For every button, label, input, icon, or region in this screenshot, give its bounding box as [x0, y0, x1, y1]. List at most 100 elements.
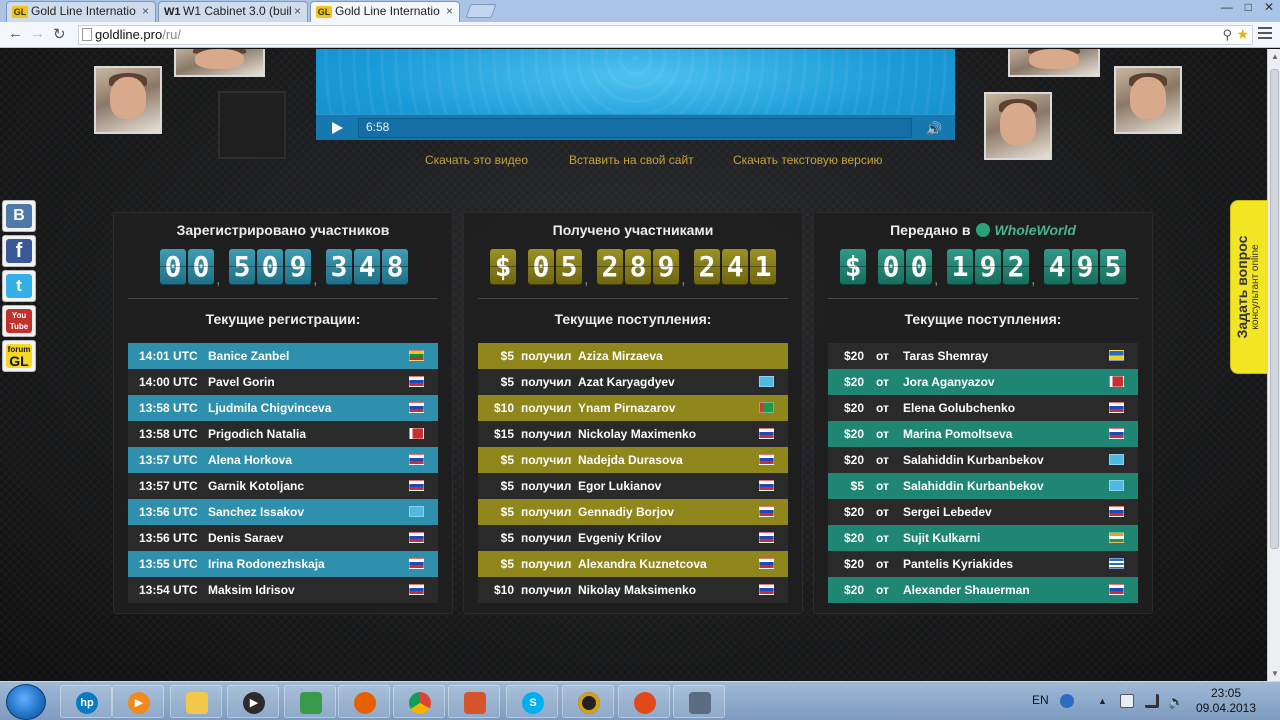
youtube-button[interactable]: You Tube [2, 305, 36, 337]
video-progress-bar[interactable] [358, 118, 912, 138]
transfer-row: $20 от Jora Aganyazov [828, 369, 1138, 395]
back-arrow-icon[interactable]: ← [8, 25, 23, 42]
keyboard-language[interactable]: EN [1032, 693, 1049, 707]
taskbar-explorer[interactable] [170, 685, 222, 718]
close-window-icon[interactable]: ✕ [1264, 0, 1274, 18]
volume-tray-icon[interactable]: 🔈 [1168, 694, 1184, 709]
help-tray-icon[interactable] [1060, 694, 1074, 708]
browser-tab-2[interactable]: W1 W1 Cabinet 3.0 (buil × [158, 1, 308, 22]
taskbar-hp-app[interactable]: hp [60, 685, 112, 718]
vk-button[interactable]: B [2, 200, 36, 232]
menu-wrench-icon[interactable] [1258, 27, 1272, 41]
reload-icon[interactable]: ↻ [53, 25, 66, 43]
payment-amount: $10 [493, 401, 514, 415]
close-tab-icon[interactable]: × [294, 2, 301, 21]
transfer-row: $20 от Sujit Kulkarni [828, 525, 1138, 551]
maximize-icon[interactable]: □ [1245, 0, 1252, 18]
registration-time: 13:58 UTC [139, 401, 198, 415]
registration-time: 13:56 UTC [139, 531, 198, 545]
goldline-favicon-icon: GL [12, 6, 28, 18]
registration-row: 13:57 UTC Garnik Kotoljanc [128, 473, 438, 499]
member-avatar [174, 49, 265, 77]
country-flag-icon [409, 480, 424, 491]
transfer-verb: от [876, 375, 889, 389]
payment-amount: $5 [500, 531, 514, 545]
taskbar-install-app[interactable] [284, 685, 336, 718]
play-icon[interactable] [332, 122, 343, 134]
audio-player-icon [578, 692, 600, 714]
battery-icon[interactable] [1120, 694, 1134, 708]
member-name: Ljudmila Chigvinceva [208, 401, 332, 415]
network-signal-icon[interactable] [1145, 694, 1159, 708]
country-flag-icon [409, 350, 424, 361]
country-flag-icon [1109, 506, 1124, 517]
wholeworld-logo[interactable]: WholeWorld [994, 222, 1075, 238]
transfer-amount: $20 [843, 453, 864, 467]
transfer-verb: от [876, 505, 889, 519]
country-flag-icon [409, 454, 424, 465]
firefox-icon [354, 692, 376, 714]
taskbar-media-app[interactable]: ▶ [112, 685, 164, 718]
minimize-icon[interactable]: — [1221, 0, 1233, 18]
counter-digit: 4 [722, 249, 748, 285]
taskbar-video-app[interactable]: ▶ [227, 685, 279, 718]
forward-arrow-icon[interactable]: → [30, 25, 45, 42]
download-video-link[interactable]: Скачать это видео [425, 153, 528, 167]
country-flag-icon [409, 376, 424, 387]
embed-video-link[interactable]: Вставить на свой сайт [569, 153, 694, 167]
close-tab-icon[interactable]: × [446, 2, 453, 21]
member-name: Gennadiy Borjov [578, 505, 675, 519]
payment-verb: получил [521, 531, 572, 545]
forum-gl-button[interactable]: forum GL [2, 340, 36, 372]
browser-tab-3-active[interactable]: GL Gold Line Internatio × [310, 1, 460, 22]
ask-question-button[interactable]: Задать вопрос консультант online [1230, 200, 1267, 374]
counter-separator: , [1031, 271, 1036, 288]
new-tab-button[interactable] [465, 4, 497, 18]
presentation-icon [464, 692, 486, 714]
scrollbar-thumb[interactable] [1270, 69, 1279, 549]
close-tab-icon[interactable]: × [142, 2, 149, 21]
transfer-amount: $20 [843, 557, 864, 571]
transferred-title: Передано в [890, 222, 971, 238]
zoom-magnifier-icon[interactable]: ⚲ [1222, 26, 1232, 44]
transfer-amount: $20 [843, 401, 864, 415]
country-flag-icon [1109, 428, 1124, 439]
download-text-link[interactable]: Скачать текстовую версию [733, 153, 883, 167]
scroll-down-icon[interactable]: ▼ [1271, 669, 1279, 678]
transferred-subtitle: Текущие поступления: [904, 311, 1062, 327]
counter-digit: 5 [556, 249, 582, 285]
counter-digit: 2 [1003, 249, 1029, 285]
taskbar-skype[interactable]: S [506, 685, 558, 718]
country-flag-icon [409, 532, 424, 543]
bookmark-star-icon[interactable]: ★ [1236, 25, 1249, 43]
volume-icon[interactable]: 🔊 [926, 121, 942, 137]
counter-digit: 0 [528, 249, 554, 285]
facebook-button[interactable]: f [2, 235, 36, 267]
system-clock[interactable]: 23:05 09.04.2013 [1192, 686, 1260, 716]
member-avatar [1114, 66, 1182, 134]
goldline-favicon-icon: GL [316, 6, 332, 18]
taskbar-audio-app[interactable] [562, 685, 614, 718]
received-subtitle: Текущие поступления: [554, 311, 712, 327]
scroll-up-icon[interactable]: ▲ [1271, 52, 1279, 61]
transfer-row: $20 от Alexander Shauerman [828, 577, 1138, 603]
payment-verb: получил [521, 505, 572, 519]
url-bar[interactable]: goldline.pro/ru/ ⚲ ★ [78, 25, 1253, 45]
page-scrollbar[interactable]: ▲ ▼ [1267, 49, 1280, 681]
taskbar-presentation-app[interactable] [448, 685, 500, 718]
taskbar-firefox[interactable] [338, 685, 390, 718]
twitter-button[interactable]: t [2, 270, 36, 302]
transfer-verb: от [876, 557, 889, 571]
start-button[interactable] [6, 684, 46, 720]
monitor-icon [689, 692, 711, 714]
address-toolbar: ← → ↻ goldline.pro/ru/ ⚲ ★ [0, 22, 1280, 48]
registration-row: 13:54 UTC Maksim Idrisov [128, 577, 438, 603]
browser-tab-1[interactable]: GL Gold Line Internatio × [6, 1, 156, 22]
taskbar-chrome[interactable] [393, 685, 445, 718]
registration-row: 13:56 UTC Sanchez Issakov [128, 499, 438, 525]
taskbar-remote-app[interactable] [673, 685, 725, 718]
taskbar-burner-app[interactable] [618, 685, 670, 718]
clock-date: 09.04.2013 [1195, 701, 1257, 715]
payment-amount: $15 [493, 427, 514, 441]
show-hidden-icons-icon[interactable]: ▲ [1098, 696, 1112, 710]
